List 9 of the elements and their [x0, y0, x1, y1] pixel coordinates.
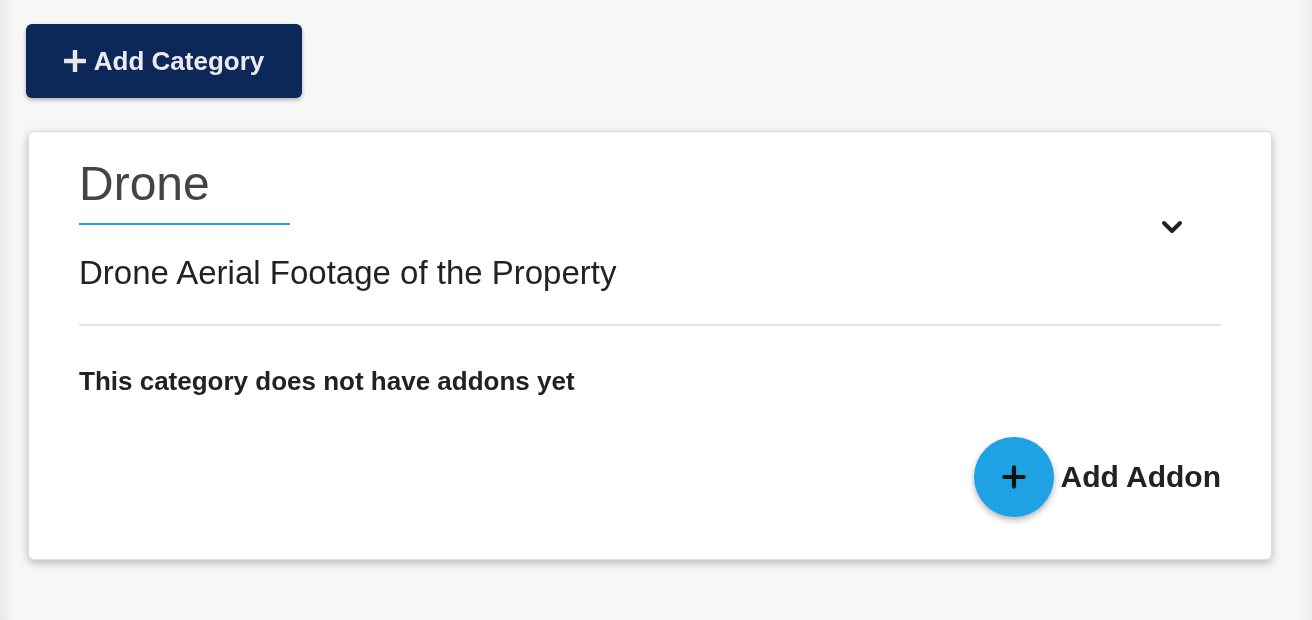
empty-message: This category does not have addons yet: [79, 366, 576, 397]
category-description: Drone Aerial Footage of the Property: [79, 254, 618, 292]
category-name-field[interactable]: Drone: [79, 152, 290, 225]
plus-icon: [1002, 465, 1027, 489]
add-category-button[interactable]: Add Category: [26, 24, 302, 98]
add-addon-label: Add Addon: [1060, 460, 1221, 494]
add-addon-button[interactable]: [974, 437, 1055, 517]
plus-icon: [63, 50, 86, 72]
chevron-down-icon[interactable]: [1161, 220, 1183, 234]
